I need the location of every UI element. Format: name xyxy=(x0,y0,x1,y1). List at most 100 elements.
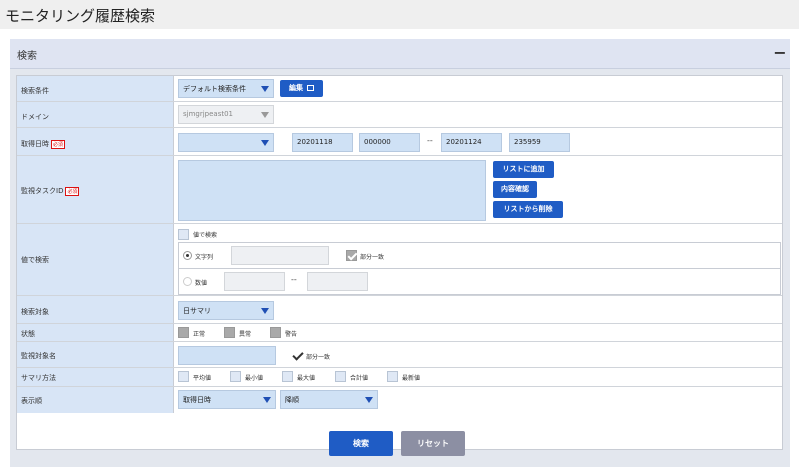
status-label: 状態 xyxy=(21,330,35,338)
to-date-input[interactable]: 20201124 xyxy=(441,133,502,152)
label-cell: 状態 xyxy=(17,324,174,341)
string-search-box: 文字列 部分一致 xyxy=(178,242,781,269)
window-icon xyxy=(307,85,314,91)
partial-match-checkbox[interactable] xyxy=(346,250,357,261)
chevron-down-icon xyxy=(263,397,271,403)
row-value-search: 値で検索 値で検索 文字列 部分一致 数値 -- xyxy=(17,224,782,296)
range-separator: -- xyxy=(427,136,433,145)
number-range-separator: -- xyxy=(291,275,297,284)
status-error-label: 異常 xyxy=(239,331,252,338)
number-search-box: 数値 -- xyxy=(178,268,781,295)
required-badge: 必須 xyxy=(65,186,80,196)
search-condition-select[interactable]: デフォルト検索条件 xyxy=(178,79,274,98)
edit-button-label: 編集 xyxy=(289,84,303,92)
label-cell: 検索条件 xyxy=(17,76,174,101)
summary-total-label: 合計値 xyxy=(350,375,369,382)
search-condition-label: 検索条件 xyxy=(21,87,49,95)
row-search-target: 検索対象 日サマリ xyxy=(17,296,782,324)
search-target-select[interactable]: 日サマリ xyxy=(178,301,274,320)
task-id-label: 監視タスクID 必須 xyxy=(21,186,80,196)
edit-button[interactable]: 編集 xyxy=(280,80,323,97)
status-normal-checkbox[interactable] xyxy=(178,327,189,338)
label-cell: 監視タスクID 必須 xyxy=(17,156,174,223)
string-radio[interactable] xyxy=(183,251,192,260)
value-search-label: 値で検索 xyxy=(21,256,49,264)
status-warning-label: 警告 xyxy=(285,331,298,338)
summary-min-checkbox[interactable] xyxy=(230,371,241,382)
string-input[interactable] xyxy=(231,246,329,265)
panel-title: 検索 xyxy=(17,51,37,62)
search-target-value: 日サマリ xyxy=(183,307,211,315)
number-from-input[interactable] xyxy=(224,272,285,291)
display-order-label: 表示順 xyxy=(21,397,42,405)
label-cell: サマリ方法 xyxy=(17,368,174,386)
number-to-input[interactable] xyxy=(307,272,368,291)
monitor-partial-match-label: 部分一致 xyxy=(306,354,331,361)
row-acquired-time: 取得日時 必須 20201118 000000 -- 20201124 23595… xyxy=(17,128,782,156)
chevron-down-icon xyxy=(261,86,269,92)
confirm-button[interactable]: 内容確認 xyxy=(493,181,537,198)
row-task-id: 監視タスクID 必須 リストに追加 内容確認 リストから削除 xyxy=(17,156,782,224)
summary-max-label: 最大値 xyxy=(297,375,316,382)
display-order-direction-value: 降順 xyxy=(285,396,299,404)
domain-value: sjmgrjpeast01 xyxy=(183,110,234,118)
value-search-checkbox[interactable] xyxy=(178,229,189,240)
label-cell: 検索対象 xyxy=(17,296,174,323)
search-button[interactable]: 検索 xyxy=(329,431,393,456)
number-radio[interactable] xyxy=(183,277,192,286)
row-display-order: 表示順 取得日時 降順 xyxy=(17,387,782,413)
remove-from-list-button[interactable]: リストから削除 xyxy=(493,201,563,218)
reset-button[interactable]: リセット xyxy=(401,431,465,456)
chevron-down-icon xyxy=(365,397,373,403)
page-title: モニタリング履歴検索 xyxy=(5,7,156,25)
panel-header: 検索 − xyxy=(10,39,790,69)
acquired-time-label: 取得日時 必須 xyxy=(21,139,66,149)
monitor-partial-match-checkbox[interactable] xyxy=(292,350,303,361)
summary-latest-checkbox[interactable] xyxy=(387,371,398,382)
add-to-list-button[interactable]: リストに追加 xyxy=(493,161,554,178)
chevron-down-icon xyxy=(261,308,269,314)
required-badge: 必須 xyxy=(51,139,66,149)
summary-max-checkbox[interactable] xyxy=(282,371,293,382)
acquired-time-select[interactable] xyxy=(178,133,274,152)
summary-latest-label: 最新値 xyxy=(402,375,421,382)
row-domain: ドメイン sjmgrjpeast01 xyxy=(17,102,782,128)
acquired-time-label-text: 取得日時 xyxy=(21,140,49,148)
search-target-label: 検索対象 xyxy=(21,308,49,316)
status-error-checkbox[interactable] xyxy=(224,327,235,338)
label-cell: 値で検索 xyxy=(17,224,174,295)
value-search-enable-label: 値で検索 xyxy=(193,232,218,239)
search-form: 検索条件 デフォルト検索条件 編集 ドメイン sjmgrjpeast01 取得日 xyxy=(16,75,783,450)
status-warning-checkbox[interactable] xyxy=(270,327,281,338)
task-id-label-text: 監視タスクID xyxy=(21,187,64,195)
to-time-input[interactable]: 235959 xyxy=(509,133,570,152)
summary-total-checkbox[interactable] xyxy=(335,371,346,382)
label-cell: 監視対象名 xyxy=(17,342,174,367)
collapse-button[interactable]: − xyxy=(773,43,787,63)
monitor-name-label: 監視対象名 xyxy=(21,352,56,360)
display-order-direction-select[interactable]: 降順 xyxy=(280,390,378,409)
from-time-input[interactable]: 000000 xyxy=(359,133,420,152)
row-search-condition: 検索条件 デフォルト検索条件 編集 xyxy=(17,76,782,102)
string-label: 文字列 xyxy=(195,254,214,261)
summary-method-label: サマリ方法 xyxy=(21,374,56,382)
row-status: 状態 正常 異常 警告 xyxy=(17,324,782,342)
to-date-value: 20201124 xyxy=(446,138,482,146)
search-panel: 検索 − 検索条件 デフォルト検索条件 編集 ドメイン sjmgrjpeast0… xyxy=(10,39,790,467)
monitor-name-input[interactable] xyxy=(178,346,276,365)
number-label: 数値 xyxy=(195,280,208,287)
summary-average-label: 平均値 xyxy=(193,375,212,382)
page-header: モニタリング履歴検索 xyxy=(0,0,799,29)
domain-select: sjmgrjpeast01 xyxy=(178,105,274,124)
from-date-input[interactable]: 20201118 xyxy=(292,133,353,152)
from-date-value: 20201118 xyxy=(297,138,333,146)
domain-label: ドメイン xyxy=(21,113,49,121)
task-id-textarea[interactable] xyxy=(178,160,486,221)
chevron-down-icon xyxy=(261,112,269,118)
display-order-field-select[interactable]: 取得日時 xyxy=(178,390,276,409)
status-normal-label: 正常 xyxy=(193,331,206,338)
chevron-down-icon xyxy=(261,140,269,146)
label-cell: 取得日時 必須 xyxy=(17,128,174,155)
from-time-value: 000000 xyxy=(364,138,391,146)
summary-average-checkbox[interactable] xyxy=(178,371,189,382)
